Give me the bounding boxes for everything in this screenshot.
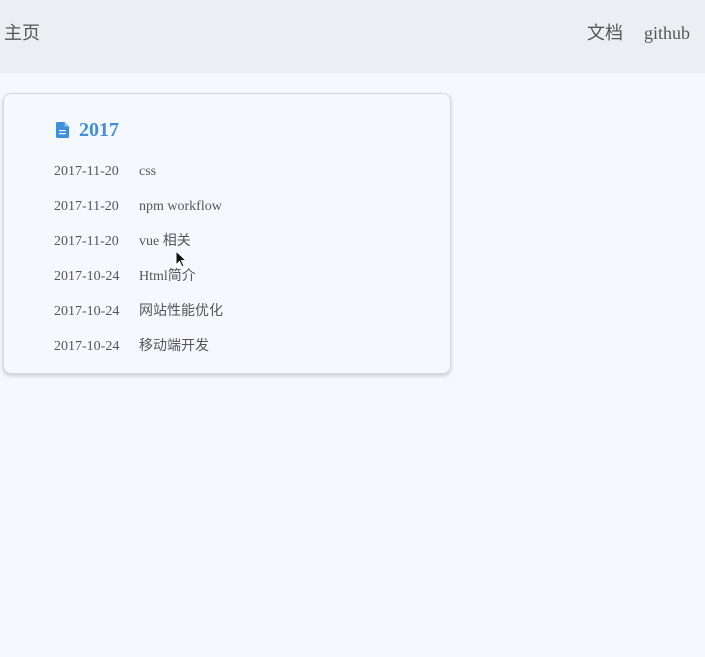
post-title-link[interactable]: 移动端开发 (139, 335, 209, 359)
year-heading: 2017 (56, 118, 119, 142)
post-title-link[interactable]: css (139, 160, 156, 184)
post-item[interactable]: 2017-10-24 移动端开发 (54, 335, 223, 370)
post-date: 2017-10-24 (54, 269, 120, 284)
post-date: 2017-11-20 (54, 164, 119, 179)
post-date: 2017-11-20 (54, 234, 119, 249)
archive-card: 2017 2017-11-20 css 2017-11-20 npm workf… (3, 93, 451, 374)
post-title-link[interactable]: npm workflow (139, 195, 222, 219)
post-date: 2017-11-20 (54, 199, 119, 214)
post-list: 2017-11-20 css 2017-11-20 npm workflow 2… (54, 160, 223, 370)
top-navbar: 主页 文档 github (0, 0, 705, 73)
post-item[interactable]: 2017-10-24 网站性能优化 (54, 300, 223, 335)
post-title-link[interactable]: Html简介 (139, 265, 196, 289)
mouse-cursor-icon (175, 250, 187, 268)
post-item[interactable]: 2017-10-24 Html简介 (54, 265, 223, 300)
nav-home-link[interactable]: 主页 (4, 22, 40, 44)
post-item[interactable]: 2017-11-20 vue 相关 (54, 230, 223, 265)
nav-docs-link[interactable]: 文档 (587, 22, 623, 44)
post-date: 2017-10-24 (54, 339, 120, 354)
nav-github-link[interactable]: github (644, 22, 690, 44)
post-date: 2017-10-24 (54, 304, 120, 319)
post-item[interactable]: 2017-11-20 npm workflow (54, 195, 223, 230)
document-icon (56, 122, 69, 138)
year-label: 2017 (79, 119, 119, 141)
post-item[interactable]: 2017-11-20 css (54, 160, 223, 195)
post-title-link[interactable]: 网站性能优化 (139, 300, 223, 324)
